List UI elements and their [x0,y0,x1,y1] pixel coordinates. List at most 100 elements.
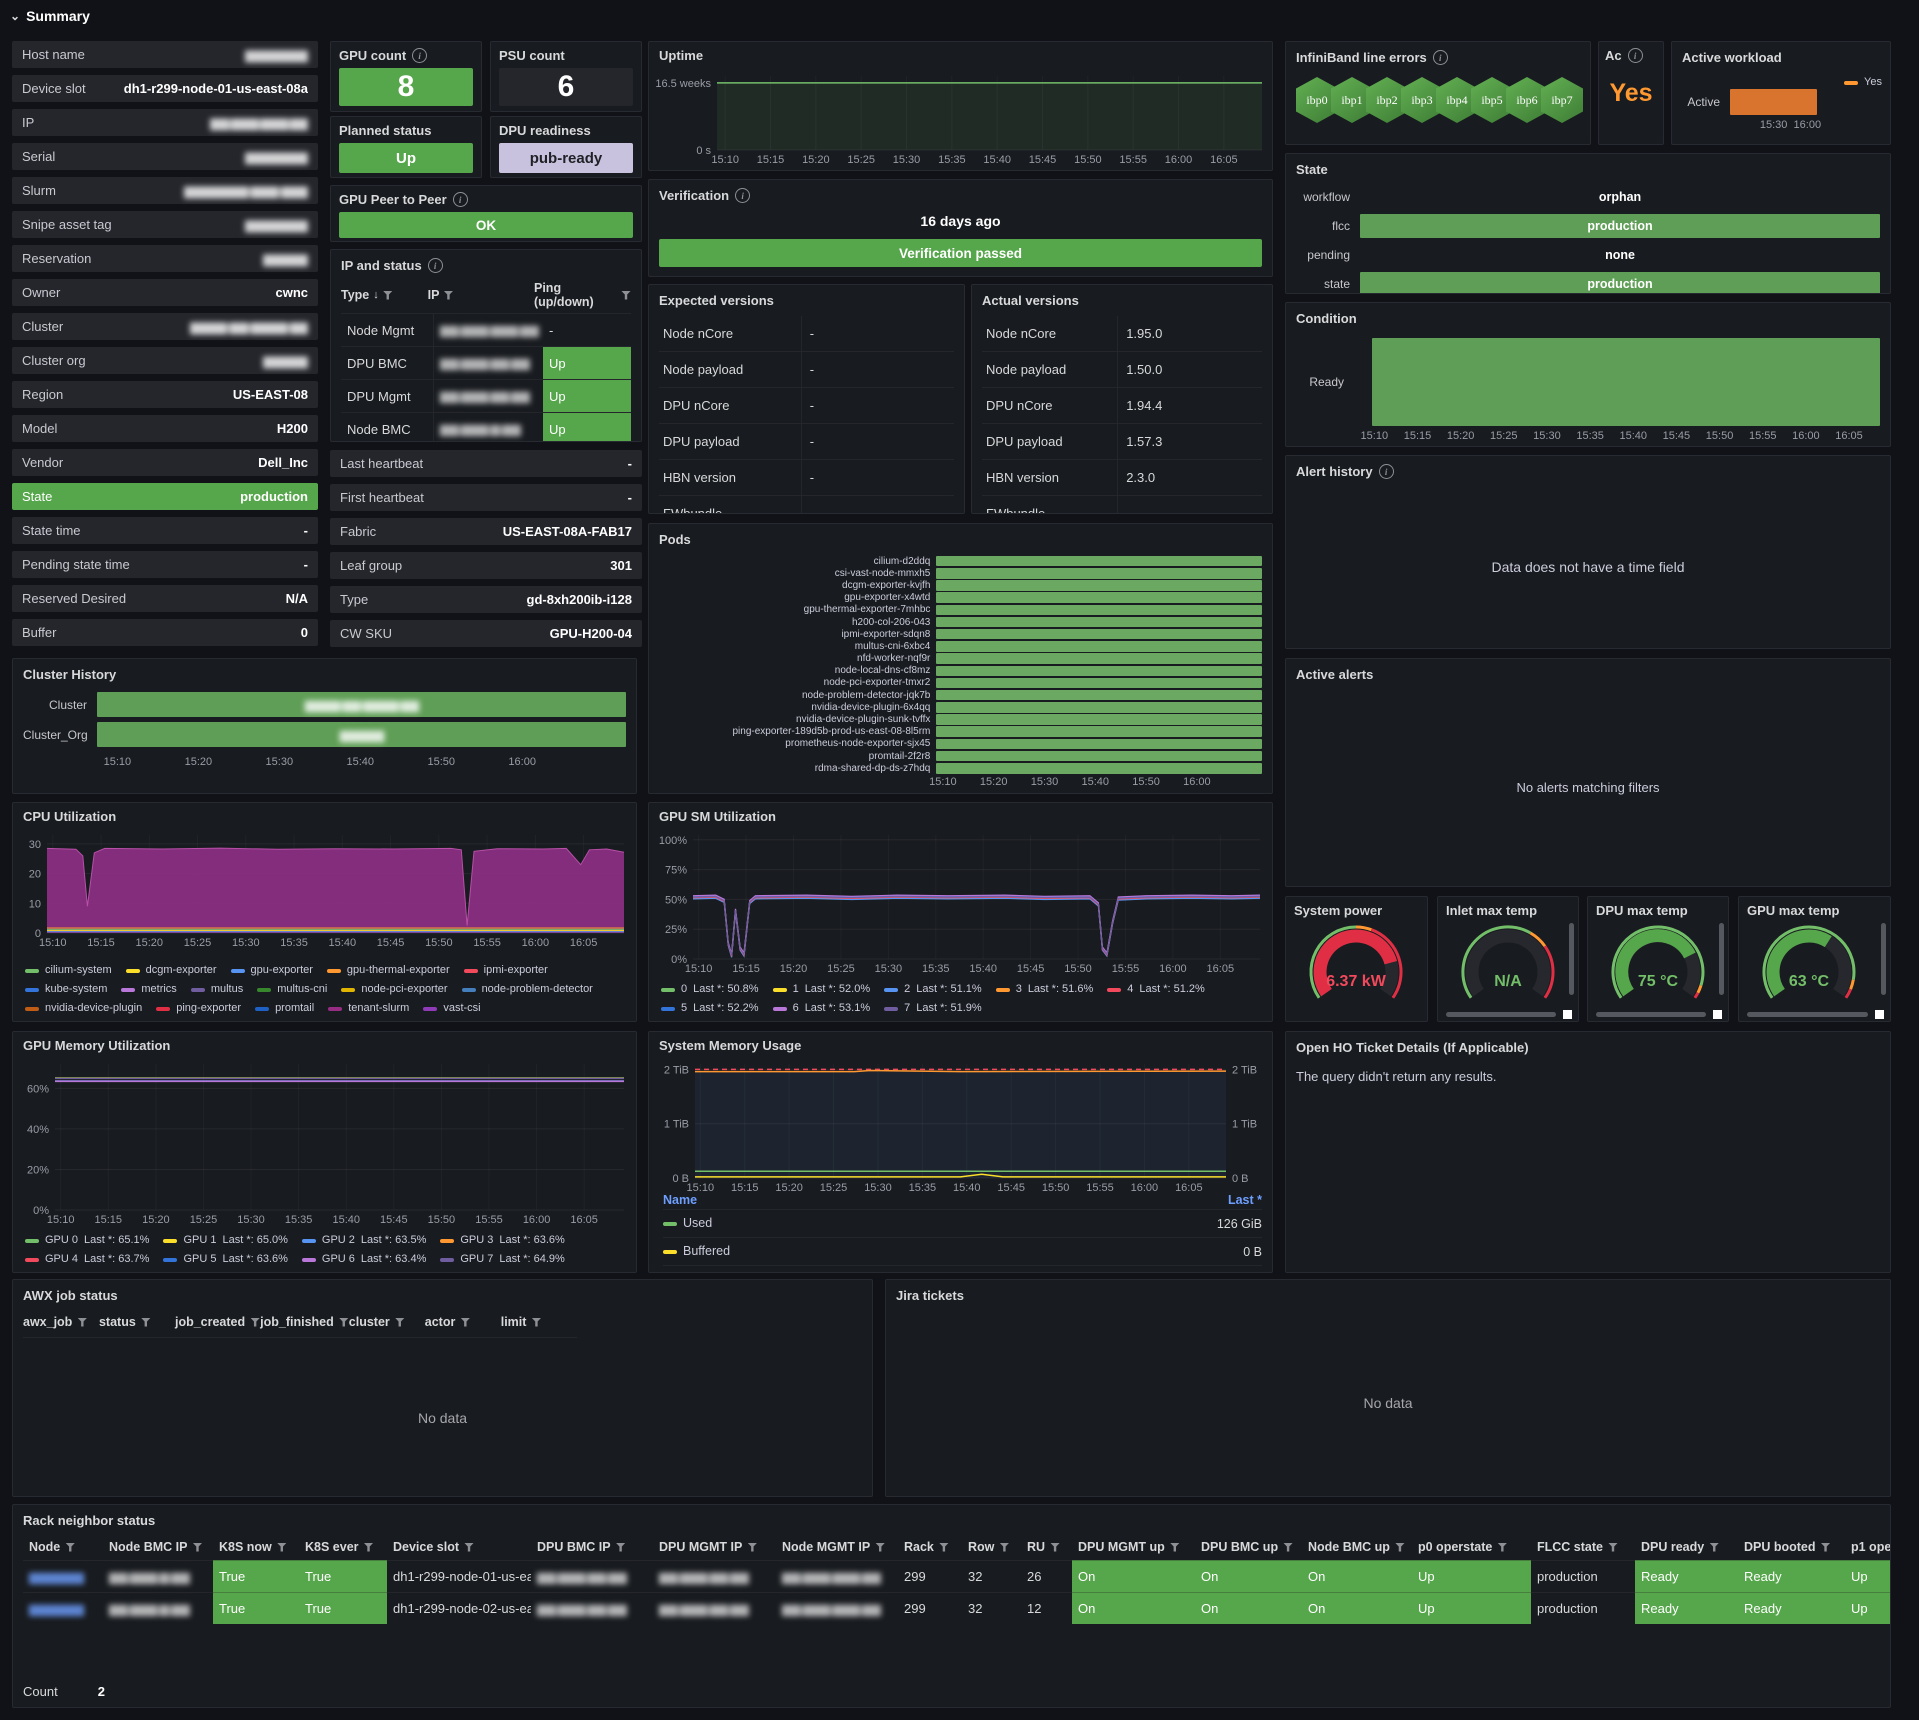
summary-collapse-row[interactable]: ⌄ Summary [10,8,90,24]
pod-bar[interactable] [936,666,1262,677]
legend-item[interactable]: 0Last *: 50.8% [661,981,759,998]
filter-icon[interactable] [77,1318,87,1327]
filter-icon[interactable] [65,1543,75,1552]
vertical-scrollbar[interactable] [1881,923,1886,995]
info-icon[interactable]: i [412,48,427,63]
column-header[interactable]: DPU MGMT IP [653,1534,776,1560]
last-column-header[interactable]: Last * [1228,1193,1262,1207]
timeline-bar[interactable] [1372,338,1880,426]
column-header[interactable]: Node MGMT IP [776,1534,898,1560]
legend-item[interactable]: 5Last *: 52.2% [661,1000,759,1017]
column-header[interactable]: actor [425,1315,501,1329]
filter-icon[interactable] [1283,1543,1293,1552]
legend-item[interactable]: GPU 3Last *: 63.6% [440,1232,564,1249]
filter-icon[interactable] [1821,1543,1831,1552]
filter-icon[interactable] [460,1318,470,1327]
pod-bar[interactable] [936,702,1262,713]
legend-item[interactable]: promtail [255,1000,314,1017]
filter-icon[interactable] [621,291,631,300]
horizontal-scrollbar[interactable] [1596,1012,1706,1017]
legend-item[interactable]: node-pci-exporter [341,981,447,998]
filter-icon[interactable] [339,1318,349,1327]
filter-icon[interactable] [141,1318,151,1327]
info-icon[interactable]: i [1628,48,1643,63]
filter-icon[interactable] [1050,1543,1060,1552]
pod-bar[interactable] [936,653,1262,664]
pod-bar[interactable] [936,641,1262,652]
legend-item[interactable]: GPU 4Last *: 63.7% [25,1251,149,1268]
filter-icon[interactable] [250,1318,260,1327]
sort-desc-icon[interactable]: ↓ [373,289,379,301]
filter-icon[interactable] [383,291,393,300]
legend-item[interactable]: Yes [1844,74,1882,91]
legend-item[interactable]: 2Last *: 51.1% [884,981,982,998]
pod-bar[interactable] [936,678,1262,689]
legend-item[interactable]: node-problem-detector [462,981,593,998]
column-header[interactable]: limit [501,1315,577,1329]
legend-item[interactable]: GPU 6Last *: 63.4% [302,1251,426,1268]
pod-bar[interactable] [936,629,1262,640]
legend-item[interactable]: gpu-thermal-exporter [327,962,450,979]
pod-bar[interactable] [936,605,1262,616]
info-icon[interactable]: i [1433,50,1448,65]
filter-icon[interactable] [464,1543,474,1552]
filter-icon[interactable] [364,1543,374,1552]
legend-item[interactable]: vast-csi [423,1000,480,1017]
legend-item[interactable]: 3Last *: 51.6% [996,981,1094,998]
filter-icon[interactable] [277,1543,287,1552]
column-header[interactable]: K8S ever [299,1534,387,1560]
column-header[interactable]: RU [1021,1534,1072,1560]
filter-icon[interactable] [1170,1543,1180,1552]
column-header[interactable]: Node [23,1534,103,1560]
column-header[interactable]: Rack [898,1534,962,1560]
info-icon[interactable]: i [735,188,750,203]
legend-item[interactable]: 1Last *: 52.0% [773,981,871,998]
info-icon[interactable]: i [428,258,443,273]
filter-icon[interactable] [616,1543,626,1552]
filter-icon[interactable] [999,1543,1009,1552]
pod-bar[interactable] [936,568,1262,579]
legend-item[interactable]: GPU 0Last *: 65.1% [25,1232,149,1249]
pod-bar[interactable] [936,751,1262,762]
node-link[interactable]: ▆▆▆▆▆▆ [29,1601,83,1617]
column-header[interactable]: Row [962,1534,1021,1560]
pod-bar[interactable] [936,580,1262,591]
legend-item[interactable]: 7Last *: 51.9% [884,1000,982,1017]
legend-item[interactable]: gpu-exporter [231,962,313,979]
column-header[interactable]: awx_job [23,1315,99,1329]
node-link[interactable]: ▆▆▆▆▆▆ [29,1569,83,1585]
legend-item[interactable]: kube-system [25,981,107,998]
column-header[interactable]: FLCC state [1531,1534,1635,1560]
filter-icon[interactable] [1395,1543,1405,1552]
legend-item[interactable]: ipmi-exporter [464,962,548,979]
column-header[interactable]: Node BMC up [1302,1534,1412,1560]
pod-bar[interactable] [936,690,1262,701]
legend-item[interactable]: cilium-system [25,962,112,979]
legend-item[interactable]: Used [663,1215,712,1232]
legend-item[interactable]: GPU 7Last *: 64.9% [440,1251,564,1268]
column-header[interactable]: p1 oper [1845,1534,1891,1560]
vertical-scrollbar[interactable] [1719,923,1724,995]
info-icon[interactable]: i [1379,464,1394,479]
horizontal-scrollbar[interactable] [1446,1012,1556,1017]
legend-item[interactable]: multus-cni [257,981,327,998]
column-header[interactable]: DPU BMC up [1195,1534,1302,1560]
horizontal-scrollbar[interactable] [1747,1012,1868,1017]
column-header[interactable]: job_created [175,1315,260,1329]
filter-icon[interactable] [1709,1543,1719,1552]
filter-icon[interactable] [747,1543,757,1552]
legend-item[interactable]: dcgm-exporter [126,962,217,979]
legend-item[interactable]: 4Last *: 51.2% [1107,981,1205,998]
vertical-scrollbar[interactable] [1569,923,1574,995]
filter-icon[interactable] [531,1318,541,1327]
legend-item[interactable]: GPU 5Last *: 63.6% [163,1251,287,1268]
pod-bar[interactable] [936,714,1262,725]
filter-icon[interactable] [939,1543,949,1552]
column-header[interactable]: IP [428,281,530,309]
pod-bar[interactable] [936,739,1262,750]
legend-item[interactable]: ping-exporter [156,1000,241,1017]
column-header[interactable]: Device slot [387,1534,531,1560]
filter-icon[interactable] [192,1543,202,1552]
column-header[interactable]: DPU ready [1635,1534,1738,1560]
legend-item[interactable]: GPU 1Last *: 65.0% [163,1232,287,1249]
